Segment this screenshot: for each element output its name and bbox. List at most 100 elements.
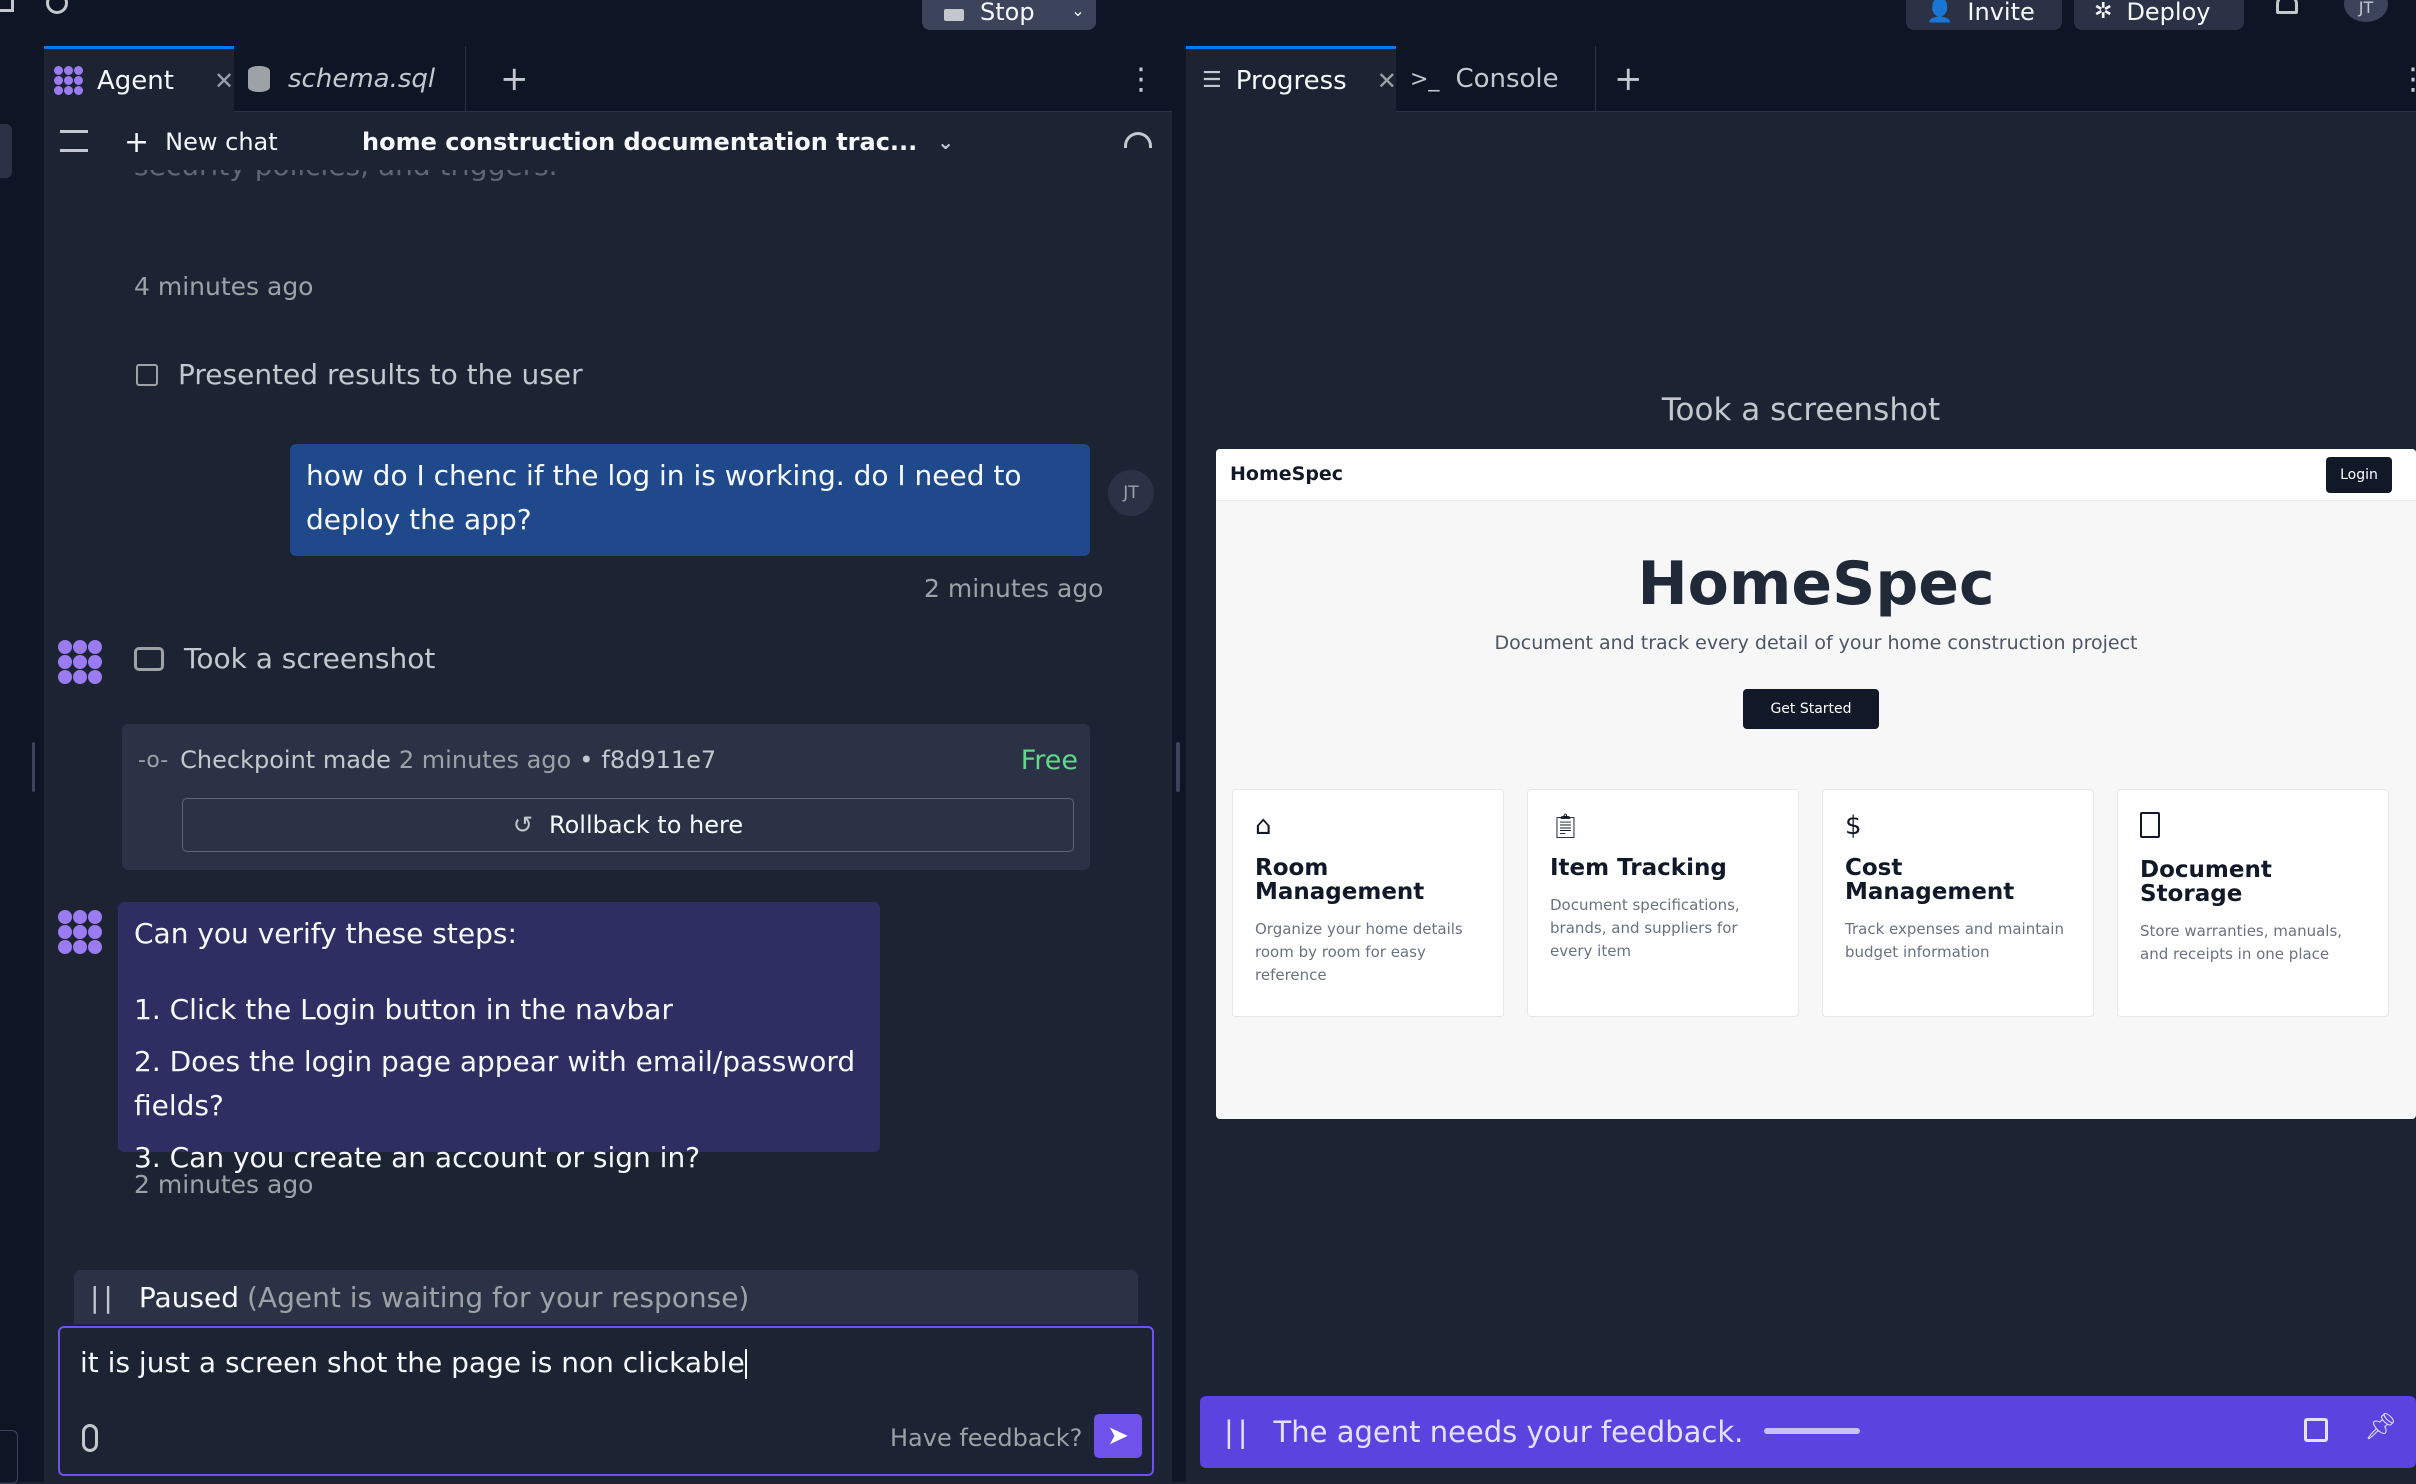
invite-label: Invite	[1967, 0, 2035, 26]
panel-divider[interactable]	[1172, 46, 1186, 1482]
user-message-text: how do I chenc if the log in is working.…	[306, 459, 1022, 536]
close-icon[interactable]: ✕	[214, 67, 234, 95]
camera-icon	[134, 646, 164, 671]
avatar-initials: JT	[2358, 0, 2374, 17]
presented-results-event: Presented results to the user	[136, 358, 583, 391]
feedback-link[interactable]: Have feedback?	[890, 1424, 1082, 1452]
timestamp: 2 minutes ago	[924, 574, 1104, 603]
tab-console-label: Console	[1455, 64, 1559, 94]
timestamp: 4 minutes ago	[134, 272, 314, 301]
agent-panel: Agent ✕ schema.sql + ⋮ + New chat home c…	[44, 46, 1172, 1482]
paused-label: Paused	[138, 1280, 239, 1314]
agent-avatar-icon	[58, 640, 102, 684]
feature-title: Room Management	[1255, 855, 1425, 905]
popout-icon[interactable]	[2304, 1418, 2328, 1442]
feature-desc: Store warranties, manuals, and receipts …	[2140, 922, 2343, 963]
bell-icon[interactable]	[2276, 0, 2298, 14]
chat-list-icon[interactable]	[60, 130, 88, 152]
tab-progress-label: Progress	[1235, 65, 1347, 96]
new-tab-button[interactable]: +	[1614, 46, 1654, 112]
pause-icon: ||	[1224, 1415, 1252, 1449]
dollar-icon: $	[1845, 811, 1862, 841]
top-bar: Stop ⌄ 👤 Invite ✲ Deploy JT	[0, 0, 2416, 46]
new-chat-label: New chat	[165, 128, 278, 156]
progress-heading: Took a screenshot	[1661, 392, 1941, 428]
homespec-hero-subtitle: Document and track every detail of your …	[1494, 632, 2138, 654]
feedback-banner-text: The agent needs your feedback.	[1273, 1415, 1744, 1449]
tab-console[interactable]: >_ Console	[1396, 46, 1596, 112]
homespec-login-button: Login	[2326, 457, 2392, 493]
deploy-button[interactable]: ✲ Deploy	[2074, 0, 2244, 30]
agent-message-intro: Can you verify these steps:	[134, 917, 517, 950]
resize-handle-left[interactable]	[32, 742, 35, 792]
checkpoint-separator: •	[579, 746, 594, 774]
feature-title: Cost Management	[1845, 855, 2015, 905]
feature-card: 📋︎ Item Tracking Document specifications…	[1527, 789, 1799, 1017]
document-icon	[2140, 812, 2160, 838]
database-icon	[248, 66, 270, 92]
tab-agent-label: Agent	[97, 65, 174, 96]
homespec-cta-label: Get Started	[1770, 701, 1852, 717]
app-screenshot: HomeSpec Login HomeSpec Document and tra…	[1216, 449, 2416, 1119]
attach-icon[interactable]	[82, 1424, 98, 1452]
screenshot-label: Took a screenshot	[184, 642, 436, 675]
user-initials: JT	[1123, 483, 1139, 503]
send-button[interactable]: ➤	[1094, 1414, 1142, 1458]
feature-desc: Document specifications, brands, and sup…	[1550, 896, 1740, 960]
resize-handle[interactable]	[1176, 742, 1180, 792]
feedback-banner[interactable]: || The agent needs your feedback. 📌︎	[1200, 1396, 2416, 1468]
tab-progress[interactable]: ☰ Progress ✕	[1186, 46, 1397, 112]
commit-icon: -o-	[138, 747, 169, 773]
new-tab-button[interactable]: +	[500, 46, 540, 112]
more-options-icon[interactable]: ⋮	[1126, 46, 1156, 112]
user-avatar: JT	[1108, 470, 1154, 516]
rollback-label: Rollback to here	[549, 811, 744, 839]
paused-reason: (Agent is waiting for your response)	[247, 1280, 750, 1314]
feature-title: Document Storage	[2140, 857, 2272, 907]
agent-message-bubble: Can you verify these steps: 1. Click the…	[118, 902, 880, 1174]
tab-agent[interactable]: Agent ✕	[44, 46, 234, 112]
feature-desc: Organize your home details room by room …	[1255, 920, 1463, 984]
new-chat-button[interactable]: + New chat	[124, 122, 278, 162]
stop-options-chevron[interactable]: ⌄	[1060, 0, 1096, 30]
checkpoint-hash[interactable]: f8d911e7	[601, 746, 716, 774]
sidebar-edge-bottom	[0, 1430, 18, 1484]
pin-icon[interactable]: 📌︎	[2364, 1412, 2397, 1442]
rollback-button[interactable]: ↺ Rollback to here	[182, 798, 1074, 852]
tab-schema-label: schema.sql	[288, 64, 436, 94]
invite-button[interactable]: 👤 Invite	[1906, 0, 2062, 30]
homespec-login-label: Login	[2340, 467, 2378, 483]
text-cursor	[744, 1349, 747, 1379]
faded-message-text: security policies, and triggers.	[134, 170, 558, 188]
deploy-label: Deploy	[2126, 0, 2211, 26]
sidebar-edge	[0, 124, 12, 178]
gauge-icon[interactable]	[1124, 132, 1152, 148]
agent-step: 2. Does the login page appear with email…	[134, 1045, 856, 1122]
progress-icon: ☰	[1202, 68, 1222, 93]
stop-icon	[944, 9, 964, 21]
progress-panel: ☰ Progress ✕ >_ Console + ⋮ Took a scree…	[1186, 46, 2416, 1482]
sidebar-toggle-icon[interactable]	[0, 0, 14, 12]
drag-handle[interactable]	[1764, 1428, 1860, 1434]
message-input-text: it is just a screen shot the page is non…	[80, 1346, 745, 1379]
agent-avatar-icon	[58, 910, 102, 954]
deploy-icon: ✲	[2094, 0, 2113, 24]
stop-button[interactable]: Stop	[922, 0, 1072, 30]
chat-title-dropdown[interactable]: home construction documentation trac... …	[362, 122, 954, 162]
checkpoint-time: 2 minutes ago	[398, 746, 572, 774]
chat-header: + New chat home construction documentati…	[44, 112, 1172, 170]
checkpoint-label: Checkpoint made	[180, 746, 391, 774]
timestamp: 2 minutes ago	[134, 1170, 314, 1199]
feature-title: Item Tracking	[1550, 855, 1727, 881]
message-input[interactable]: it is just a screen shot the page is non…	[80, 1346, 1130, 1390]
homespec-hero-title: HomeSpec	[1637, 549, 1995, 619]
right-tab-bar: ☰ Progress ✕ >_ Console + ⋮	[1186, 46, 2416, 112]
close-icon[interactable]: ✕	[1377, 67, 1397, 95]
tab-schema-sql[interactable]: schema.sql	[234, 46, 466, 112]
feature-card: Document Storage Store warranties, manua…	[2117, 789, 2389, 1017]
more-options-icon[interactable]: ⋮	[2398, 46, 2416, 112]
avatar[interactable]: JT	[2344, 0, 2388, 22]
message-list: security policies, and triggers. 4 minut…	[44, 170, 1172, 1270]
checkpoint-cost: Free	[1020, 744, 1078, 776]
search-icon[interactable]	[46, 0, 68, 14]
